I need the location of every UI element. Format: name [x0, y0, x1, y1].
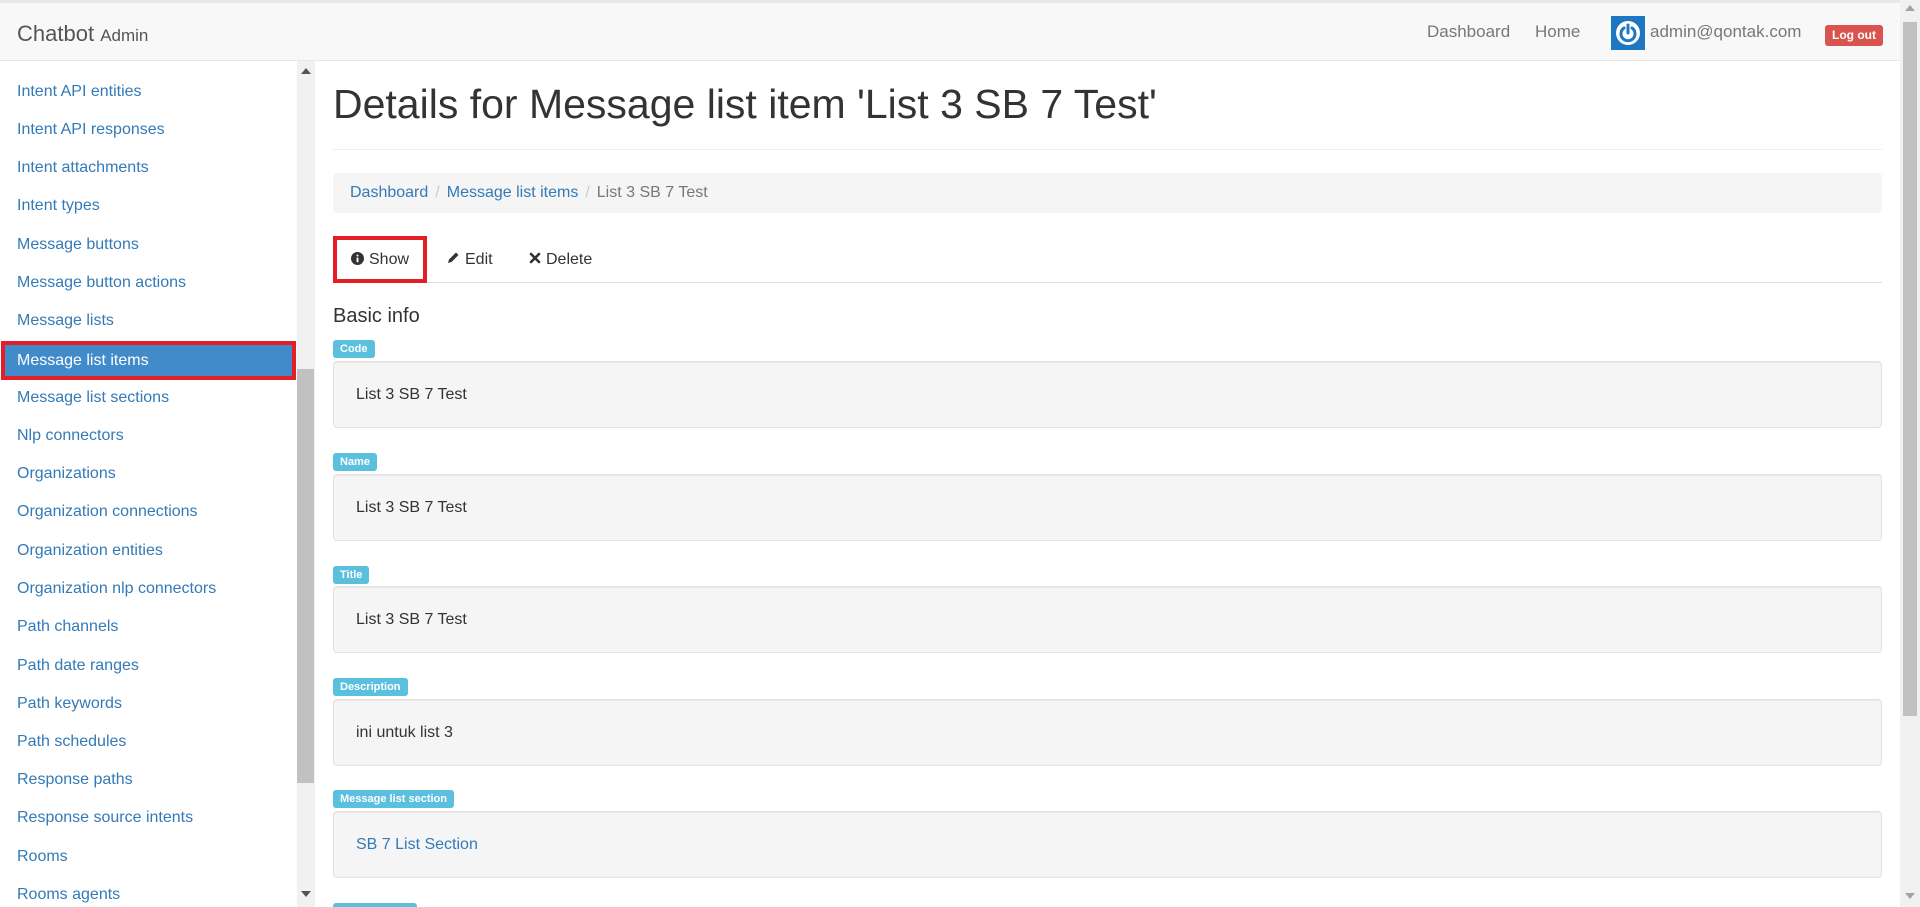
sidebar-item-path-schedules[interactable]: Path schedules	[0, 723, 297, 761]
sidebar-item-rooms[interactable]: Rooms	[0, 838, 297, 876]
sidebar-item-response-source-intents[interactable]: Response source intents	[0, 799, 297, 837]
sidebar-item-intent-attachments[interactable]: Intent attachments	[0, 149, 297, 187]
tab-delete-label: Delete	[546, 250, 593, 268]
nav-home-link[interactable]: Home	[1535, 22, 1580, 42]
field-value-name: List 3 SB 7 Test	[333, 474, 1882, 541]
breadcrumb: Dashboard / Message list items / List 3 SB 7…	[333, 173, 1882, 213]
scroll-up-arrow-icon[interactable]	[301, 68, 311, 74]
sidebar-item-path-date-ranges[interactable]: Path date ranges	[0, 647, 297, 685]
sidebar-item-nlp-connectors[interactable]: Nlp connectors	[0, 417, 297, 455]
tab-edit[interactable]: Edit	[431, 236, 508, 283]
user-email-link[interactable]: admin@qontak.com	[1650, 22, 1801, 42]
message-list-section-link[interactable]: SB 7 List Section	[356, 836, 478, 853]
sidebar-item-intent-api-responses[interactable]: Intent API responses	[0, 111, 297, 149]
sidebar: Intent API entities Intent API responses…	[0, 61, 297, 907]
breadcrumb-message-list-items[interactable]: Message list items	[447, 184, 579, 201]
sidebar-item-response-paths[interactable]: Response paths	[0, 761, 297, 799]
field-value-title: List 3 SB 7 Test	[333, 586, 1882, 653]
field-value-description-text: ini untuk list 3	[356, 724, 453, 741]
info-circle-icon	[351, 251, 364, 268]
scroll-down-arrow-icon[interactable]	[301, 891, 311, 897]
close-icon	[529, 252, 541, 267]
field-value-description: ini untuk list 3	[333, 699, 1882, 766]
action-tabs: Show Edit Delete	[333, 236, 1882, 283]
field-label-next-partial	[333, 903, 417, 907]
field-value-code-text: List 3 SB 7 Test	[356, 386, 467, 403]
breadcrumb-separator: /	[435, 184, 440, 201]
brand-sub: Admin	[100, 26, 149, 45]
sidebar-item-organization-entities[interactable]: Organization entities	[0, 532, 297, 570]
tab-show[interactable]: Show	[333, 236, 428, 283]
top-navbar: Chatbot Admin Dashboard Home admin@qonta…	[0, 0, 1900, 61]
title-divider	[333, 149, 1882, 150]
sidebar-item-message-lists[interactable]: Message lists	[0, 302, 297, 340]
sidebar-item-cut[interactable]	[0, 61, 297, 67]
app-brand[interactable]: Chatbot Admin	[17, 21, 148, 47]
sidebar-item-path-keywords[interactable]: Path keywords	[0, 685, 297, 723]
sidebar-scrollbar[interactable]	[297, 61, 315, 907]
pencil-icon	[446, 251, 460, 268]
field-value-name-text: List 3 SB 7 Test	[356, 499, 467, 516]
field-value-title-text: List 3 SB 7 Test	[356, 611, 467, 628]
sidebar-item-message-list-sections[interactable]: Message list sections	[0, 379, 297, 417]
nav-dashboard-link[interactable]: Dashboard	[1427, 22, 1510, 42]
field-label-code: Code	[333, 340, 375, 358]
user-avatar[interactable]	[1611, 16, 1645, 50]
power-icon	[1616, 21, 1640, 45]
sidebar-item-message-buttons[interactable]: Message buttons	[0, 226, 297, 264]
sidebar-scroll-thumb[interactable]	[297, 369, 314, 783]
tab-delete[interactable]: Delete	[514, 236, 607, 283]
sidebar-item-organization-connections[interactable]: Organization connections	[0, 493, 297, 531]
page-scroll-up-arrow-icon[interactable]	[1905, 5, 1915, 11]
field-value-code: List 3 SB 7 Test	[333, 361, 1882, 428]
field-label-title: Title	[333, 566, 370, 584]
page-title: Details for Message list item 'List 3 SB…	[333, 81, 1157, 127]
sidebar-item-rooms-agents[interactable]: Rooms agents	[0, 876, 297, 907]
sidebar-item-intent-api-entities[interactable]: Intent API entities	[0, 73, 297, 111]
sidebar-item-message-button-actions[interactable]: Message button actions	[0, 264, 297, 302]
sidebar-item-organizations[interactable]: Organizations	[0, 455, 297, 493]
breadcrumb-separator: /	[585, 184, 590, 201]
field-value-message-list-section: SB 7 List Section	[333, 811, 1882, 878]
brand-name: Chatbot	[17, 21, 95, 46]
field-label-name: Name	[333, 453, 377, 471]
page-scroll-thumb[interactable]	[1903, 22, 1917, 716]
sidebar-item-message-list-items[interactable]: Message list items	[1, 341, 296, 380]
field-label-message-list-section: Message list section	[333, 790, 454, 808]
breadcrumb-current: List 3 SB 7 Test	[596, 184, 708, 201]
logout-button[interactable]: Log out	[1825, 25, 1883, 46]
sidebar-item-intent-types[interactable]: Intent types	[0, 187, 297, 225]
page-scroll-down-arrow-icon[interactable]	[1905, 893, 1915, 899]
sidebar-item-path-channels[interactable]: Path channels	[0, 608, 297, 646]
sidebar-item-organization-nlp-connectors[interactable]: Organization nlp connectors	[0, 570, 297, 608]
breadcrumb-dashboard[interactable]: Dashboard	[350, 184, 428, 201]
main-content: Details for Message list item 'List 3 SB…	[333, 61, 1882, 907]
tab-edit-label: Edit	[465, 250, 493, 268]
section-title-basic-info: Basic info	[333, 305, 420, 327]
tab-show-label: Show	[369, 250, 410, 268]
field-label-description: Description	[333, 678, 408, 696]
page-scrollbar[interactable]	[1900, 0, 1920, 907]
